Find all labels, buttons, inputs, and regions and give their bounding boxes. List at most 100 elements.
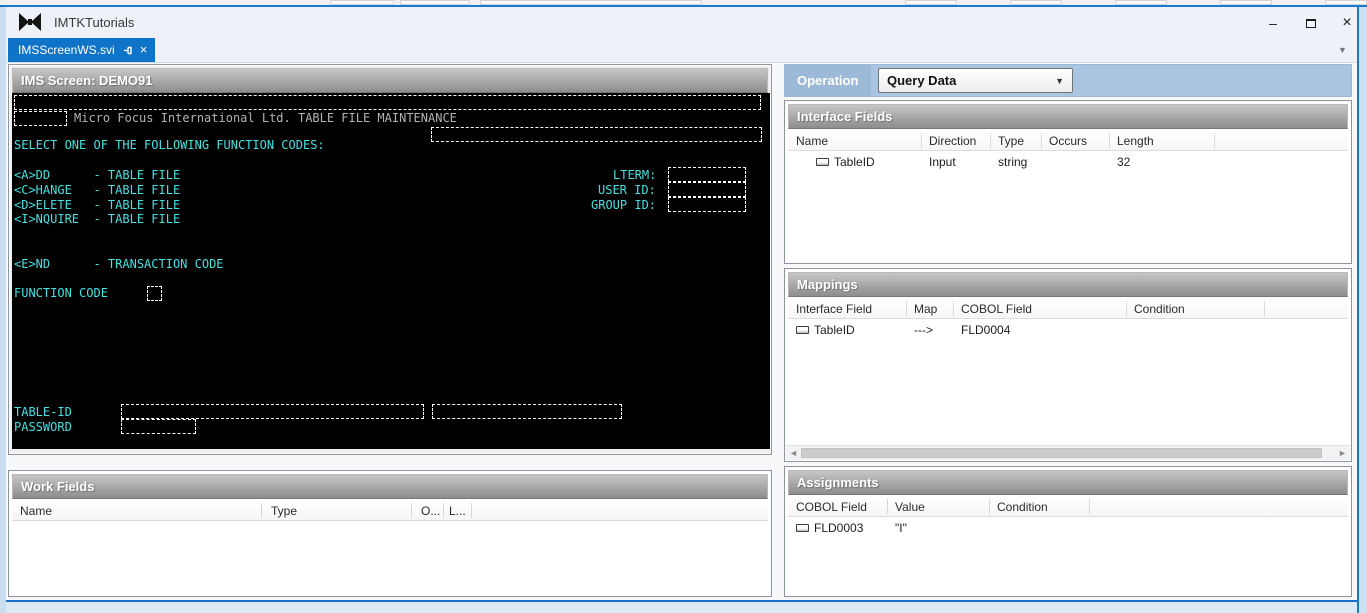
minimize-button[interactable]: – bbox=[1258, 13, 1288, 33]
column-header-map[interactable]: Map bbox=[914, 302, 937, 316]
terminal-option-end: <E>ND - TRANSACTION CODE bbox=[14, 257, 224, 271]
mappings-panel: Mappings Interface Field Map COBOL Field… bbox=[784, 268, 1352, 462]
terminal-field-message[interactable] bbox=[431, 127, 762, 142]
scrollbar-thumb[interactable] bbox=[801, 448, 1322, 458]
scroll-left-icon[interactable]: ◄ bbox=[786, 446, 801, 460]
column-header-type[interactable]: Type bbox=[271, 504, 297, 518]
column-header-type[interactable]: Type bbox=[998, 134, 1024, 148]
operation-dropdown[interactable]: Query Data ▼ bbox=[878, 68, 1073, 93]
column-header-condition[interactable]: Condition bbox=[997, 500, 1048, 514]
ims-terminal-screen: Micro Focus International Ltd. TABLE FIL… bbox=[12, 93, 770, 449]
column-separator bbox=[1126, 301, 1127, 316]
column-separator bbox=[1109, 133, 1110, 148]
window-frame-bottom bbox=[6, 602, 1357, 613]
terminal-field-header-line[interactable] bbox=[14, 95, 761, 110]
column-separator bbox=[906, 301, 907, 316]
column-separator bbox=[953, 301, 954, 316]
tab-label: IMSScreenWS.svi bbox=[18, 43, 115, 57]
column-header-value[interactable]: Value bbox=[895, 500, 925, 514]
pin-icon[interactable] bbox=[122, 45, 133, 56]
field-icon bbox=[796, 326, 809, 334]
minimize-icon: – bbox=[1269, 15, 1277, 31]
tab-list-dropdown-icon[interactable]: ▼ bbox=[1338, 45, 1347, 55]
horizontal-scrollbar[interactable]: ◄ ► bbox=[786, 445, 1350, 460]
tab-close-icon[interactable]: × bbox=[140, 38, 148, 62]
column-separator bbox=[471, 503, 472, 518]
terminal-password-label: PASSWORD bbox=[14, 420, 72, 434]
ims-screen-caption: IMS Screen: DEMO91 bbox=[12, 68, 768, 93]
assignments-panel: Assignments COBOL Field Value Condition … bbox=[784, 466, 1352, 597]
titlebar: IMTKTutorials – × bbox=[6, 7, 1357, 37]
visual-studio-logo-icon bbox=[19, 13, 41, 31]
interface-fields-grid-header: Name Direction Type Occurs Length bbox=[788, 131, 1348, 151]
terminal-field-table-id[interactable] bbox=[121, 404, 424, 419]
column-header-occurs[interactable]: Occurs bbox=[1049, 134, 1087, 148]
mappings-grid-header: Interface Field Map COBOL Field Conditio… bbox=[788, 299, 1348, 319]
ims-screen-panel: IMS Screen: DEMO91 Micro Focus Internati… bbox=[8, 64, 772, 455]
column-separator bbox=[1089, 499, 1090, 514]
column-header-occurs[interactable]: O... bbox=[421, 504, 440, 518]
field-icon bbox=[796, 524, 809, 532]
terminal-lterm-label: LTERM: bbox=[613, 168, 657, 182]
tab-imsscreenws[interactable]: IMSScreenWS.svi × bbox=[8, 38, 156, 62]
assignment-row[interactable]: FLD0003 "I" bbox=[788, 519, 1348, 537]
terminal-option-delete: <D>ELETE - TABLE FILE bbox=[14, 198, 181, 212]
cell-type: string bbox=[998, 155, 1028, 169]
column-header-direction[interactable]: Direction bbox=[929, 134, 976, 148]
work-fields-grid-header: Name Type O... L... bbox=[12, 501, 768, 521]
column-header-cobol-field[interactable]: COBOL Field bbox=[796, 500, 867, 514]
terminal-banner: Micro Focus International Ltd. TABLE FIL… bbox=[74, 111, 457, 125]
terminal-field-date[interactable] bbox=[14, 111, 67, 126]
scroll-right-icon[interactable]: ► bbox=[1335, 446, 1350, 460]
column-header-cobol-field[interactable]: COBOL Field bbox=[961, 302, 1032, 316]
column-separator bbox=[887, 499, 888, 514]
work-fields-panel: Work Fields Name Type O... L... bbox=[8, 470, 772, 597]
column-separator bbox=[1214, 133, 1215, 148]
column-header-name[interactable]: Name bbox=[20, 504, 52, 518]
column-header-interface-field[interactable]: Interface Field bbox=[796, 302, 872, 316]
close-button[interactable]: × bbox=[1332, 13, 1362, 33]
cell-name: TableID bbox=[834, 155, 875, 169]
terminal-field-lterm[interactable] bbox=[668, 167, 746, 182]
terminal-table-id-label: TABLE-ID bbox=[14, 405, 72, 419]
terminal-user-id-label: USER ID: bbox=[598, 183, 656, 197]
close-icon: × bbox=[1342, 14, 1352, 31]
column-separator bbox=[1264, 301, 1265, 316]
cell-value: "I" bbox=[895, 521, 907, 535]
window-frame-right bbox=[1359, 7, 1367, 613]
maximize-button[interactable] bbox=[1296, 13, 1326, 33]
terminal-field-user-id[interactable] bbox=[668, 182, 746, 197]
column-separator bbox=[443, 503, 444, 518]
column-header-condition[interactable]: Condition bbox=[1134, 302, 1185, 316]
cell-cobol-field: FLD0004 bbox=[961, 323, 1011, 337]
column-separator bbox=[989, 499, 990, 514]
terminal-field-group-id[interactable] bbox=[668, 197, 746, 212]
terminal-field-function-code[interactable] bbox=[147, 286, 162, 301]
interface-field-row[interactable]: TableID Input string 32 bbox=[788, 153, 1348, 171]
mapping-row[interactable]: TableID ---> FLD0004 bbox=[788, 321, 1348, 339]
chevron-down-icon: ▼ bbox=[1055, 76, 1064, 86]
operation-label: Operation bbox=[785, 65, 871, 96]
tab-strip: IMSScreenWS.svi × ▼ bbox=[6, 37, 1357, 62]
operation-bar: Operation Query Data ▼ bbox=[784, 64, 1352, 97]
terminal-field-table-id-2[interactable] bbox=[432, 404, 622, 419]
column-header-name[interactable]: Name bbox=[796, 134, 828, 148]
window-title: IMTKTutorials bbox=[54, 15, 135, 30]
work-fields-caption: Work Fields bbox=[12, 474, 768, 499]
cell-length: 32 bbox=[1117, 155, 1131, 169]
terminal-group-id-label: GROUP ID: bbox=[591, 198, 657, 212]
column-separator bbox=[1041, 133, 1042, 148]
assignments-grid-header: COBOL Field Value Condition bbox=[788, 497, 1348, 517]
cell-direction: Input bbox=[929, 155, 956, 169]
terminal-select-prompt: SELECT ONE OF THE FOLLOWING FUNCTION COD… bbox=[14, 138, 325, 152]
terminal-option-add: <A>DD - TABLE FILE bbox=[14, 168, 181, 182]
terminal-option-inquire: <I>NQUIRE - TABLE FILE bbox=[14, 212, 181, 226]
interface-fields-panel: Interface Fields Name Direction Type Occ… bbox=[784, 100, 1352, 264]
maximize-icon bbox=[1306, 19, 1316, 28]
column-separator bbox=[921, 133, 922, 148]
column-header-length[interactable]: Length bbox=[1117, 134, 1154, 148]
terminal-field-password[interactable] bbox=[121, 419, 196, 434]
assignments-caption: Assignments bbox=[788, 470, 1348, 495]
cell-cobol-field: FLD0003 bbox=[814, 521, 864, 535]
column-header-length[interactable]: L... bbox=[449, 504, 466, 518]
